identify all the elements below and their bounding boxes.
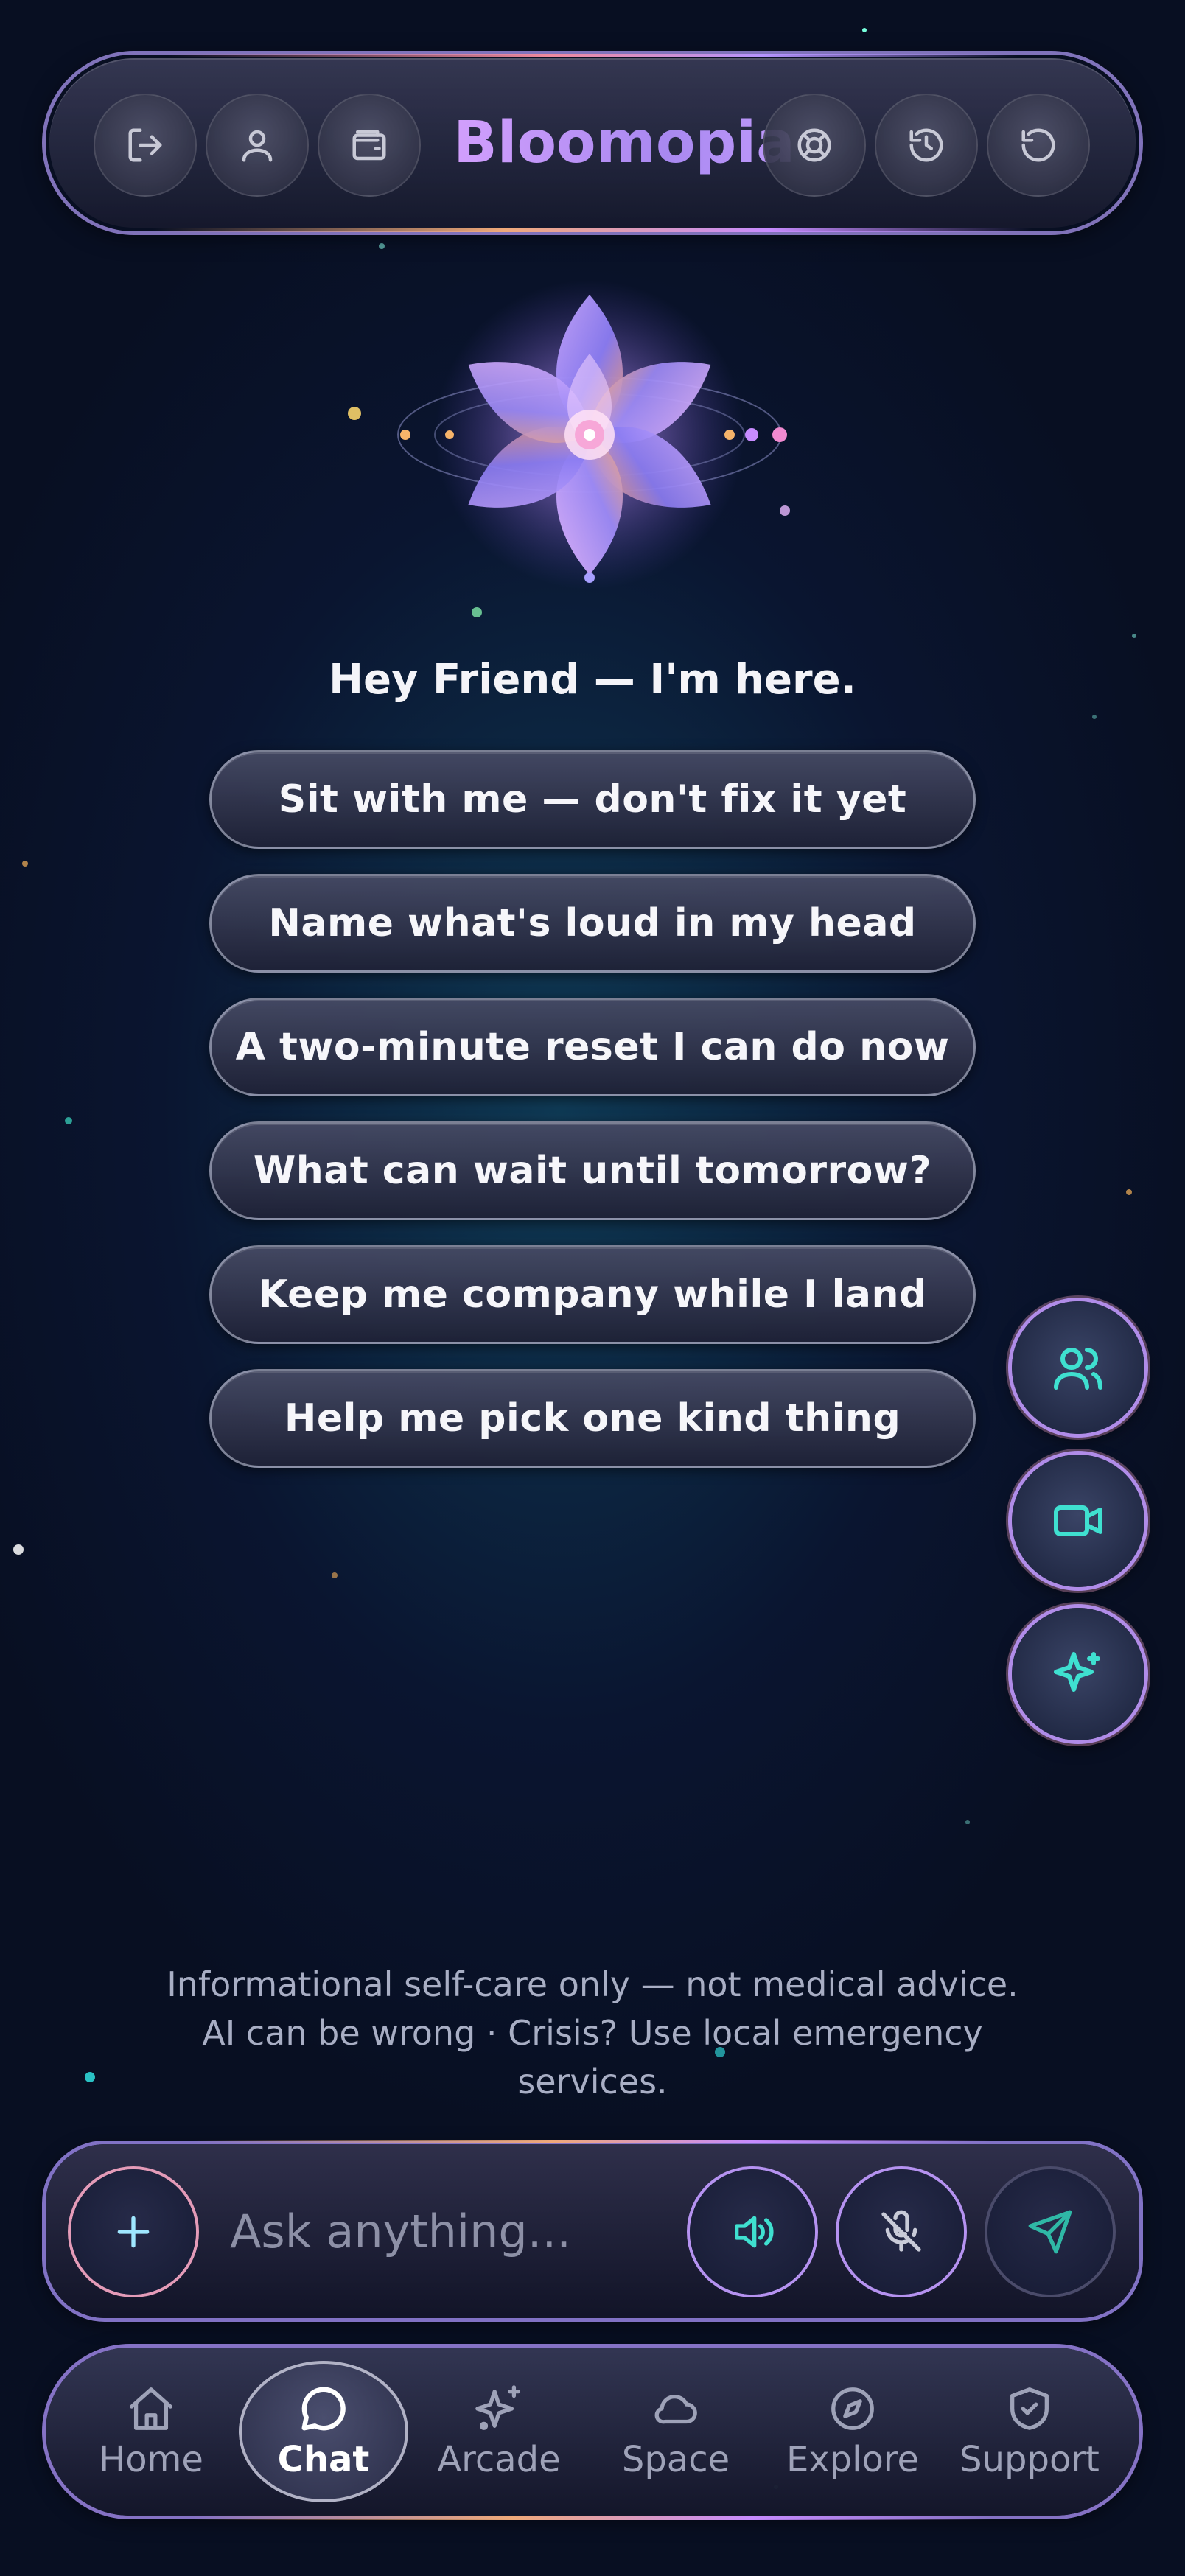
prompt-chip[interactable]: What can wait until tomorrow? xyxy=(209,1121,976,1220)
profile-button[interactable] xyxy=(206,94,309,197)
greeting-text: Hey Friend — I'm here. xyxy=(329,656,856,704)
ai-magic-button[interactable] xyxy=(1012,1608,1144,1740)
refresh-button[interactable] xyxy=(987,94,1090,197)
history-icon xyxy=(909,128,943,162)
nav-label: Chat xyxy=(277,2439,370,2480)
sparkles-icon xyxy=(475,2385,520,2430)
nav-item-arcade[interactable]: Arcade xyxy=(414,2361,584,2502)
history-button[interactable] xyxy=(875,94,978,197)
nav-item-home[interactable]: Home xyxy=(66,2361,236,2502)
top-bar: Bloomopia xyxy=(46,54,1139,232)
lotus-logo xyxy=(397,280,787,589)
nav-label: Support xyxy=(959,2439,1100,2480)
logout-icon xyxy=(128,128,162,162)
prompt-chip[interactable]: Help me pick one kind thing xyxy=(209,1369,976,1468)
wallet-button[interactable] xyxy=(318,94,421,197)
attach-button[interactable] xyxy=(71,2169,196,2295)
shield-check-icon xyxy=(1010,2387,1049,2430)
microphone-button[interactable] xyxy=(839,2169,964,2295)
home-icon xyxy=(130,2387,172,2430)
help-button[interactable] xyxy=(763,94,866,197)
nav-item-support[interactable]: Support xyxy=(945,2361,1114,2502)
users-icon xyxy=(1054,1348,1102,1390)
prompt-chip[interactable]: Sit with me — don't fix it yet xyxy=(209,750,976,849)
disclaimer-line: AI can be wrong · Crisis? Use local emer… xyxy=(202,2013,983,2053)
wallet-icon xyxy=(352,130,386,161)
composer-bar xyxy=(46,2140,1139,2318)
sparkles-icon xyxy=(1054,1652,1100,1692)
nav-item-space[interactable]: Space xyxy=(591,2361,761,2502)
user-icon xyxy=(242,130,273,162)
video-icon xyxy=(1054,1505,1102,1536)
lifebuoy-icon xyxy=(797,128,831,162)
nav-label: Space xyxy=(621,2439,730,2480)
community-button[interactable] xyxy=(1012,1301,1144,1434)
nav-label: Explore xyxy=(786,2439,920,2480)
message-input[interactable] xyxy=(230,2188,716,2274)
prompt-chip[interactable]: Name what's loud in my head xyxy=(209,874,976,973)
compass-icon xyxy=(831,2387,874,2430)
disclaimer: Informational self-care only — not medic… xyxy=(133,1960,1052,2106)
video-call-button[interactable] xyxy=(1012,1455,1144,1587)
chat-bubble-icon xyxy=(301,2387,346,2431)
mic-off-icon xyxy=(881,2210,921,2252)
nav-label: Home xyxy=(99,2439,203,2480)
bottom-nav: Home Chat Arcade Space Explore Support xyxy=(46,2348,1139,2520)
cloud-icon xyxy=(654,2394,697,2424)
send-button[interactable] xyxy=(988,2169,1113,2295)
logout-button[interactable] xyxy=(94,94,197,197)
nav-item-explore[interactable]: Explore xyxy=(768,2361,937,2502)
speaker-icon xyxy=(735,2216,774,2248)
refresh-icon xyxy=(1021,128,1055,162)
nav-label: Arcade xyxy=(437,2439,561,2480)
prompt-chip[interactable]: Keep me company while I land xyxy=(209,1245,976,1344)
prompt-chip[interactable]: A two-minute reset I can do now xyxy=(209,998,976,1096)
send-icon xyxy=(1028,2210,1072,2254)
disclaimer-line: services. xyxy=(517,2062,668,2101)
speaker-button[interactable] xyxy=(690,2169,815,2295)
nav-item-chat[interactable]: Chat xyxy=(239,2361,408,2502)
disclaimer-line: Informational self-care only — not medic… xyxy=(167,1964,1018,2004)
plus-icon xyxy=(117,2216,150,2248)
